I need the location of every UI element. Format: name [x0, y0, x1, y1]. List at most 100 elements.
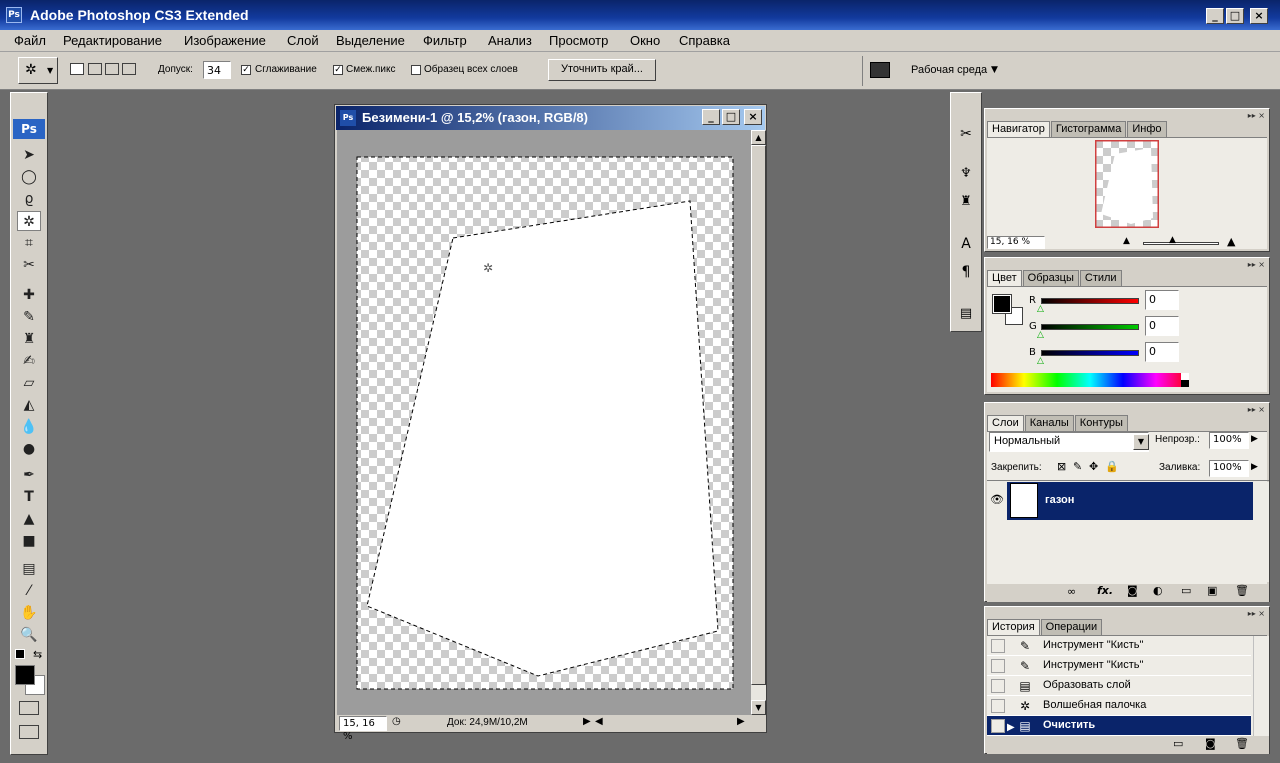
tab-navigator[interactable]: Навигатор: [987, 121, 1050, 137]
scroll-right-icon[interactable]: ▶: [737, 716, 745, 727]
lock-all-icon[interactable]: 🔒: [1105, 460, 1119, 473]
tab-info[interactable]: Инфо: [1127, 121, 1167, 137]
type-tool-icon[interactable]: T: [17, 487, 41, 507]
maximize-button[interactable]: □: [1226, 8, 1244, 24]
workspace-menu[interactable]: Рабочая среда: [911, 64, 987, 76]
history-snapshot-checkbox[interactable]: [991, 699, 1005, 713]
intersect-selection-icon[interactable]: [122, 63, 136, 75]
doc-maximize-button[interactable]: □: [722, 109, 740, 125]
add-selection-icon[interactable]: [88, 63, 102, 75]
foreground-color-swatch[interactable]: [15, 665, 35, 685]
tool-presets-icon[interactable]: ✂: [955, 123, 977, 145]
quick-mask-icon[interactable]: [19, 701, 39, 715]
navigator-zoom-field[interactable]: 15, 16 %: [987, 236, 1045, 249]
scroll-up-icon[interactable]: ▲: [751, 130, 766, 145]
blur-tool-icon[interactable]: 💧: [17, 417, 41, 437]
blend-mode-select[interactable]: Нормальный: [989, 432, 1149, 452]
pen-tool-icon[interactable]: ✒: [17, 465, 41, 485]
brush-tool-icon[interactable]: ✎: [17, 307, 41, 327]
eye-icon[interactable]: 👁: [990, 493, 1004, 506]
clone-source-icon[interactable]: ♜: [955, 191, 977, 213]
lock-transparency-icon[interactable]: ⊠: [1057, 460, 1066, 473]
lock-pixels-icon[interactable]: ✎: [1073, 460, 1082, 473]
tab-channels[interactable]: Каналы: [1024, 415, 1074, 431]
link-layers-icon[interactable]: ∞: [1067, 585, 1076, 598]
panel-collapse-icon[interactable]: ▸▸ ×: [1248, 609, 1265, 618]
new-document-icon[interactable]: ▭: [1173, 737, 1183, 750]
layer-comps-icon[interactable]: ▤: [955, 303, 977, 325]
scroll-thumb[interactable]: [751, 145, 766, 685]
refine-edge-button[interactable]: Уточнить край...: [548, 59, 656, 81]
add-mask-icon[interactable]: ◙: [1127, 584, 1138, 597]
vertical-scrollbar[interactable]: ▲ ▼: [751, 130, 766, 715]
panel-collapse-icon[interactable]: ▸▸ ×: [1248, 111, 1265, 120]
tab-layers[interactable]: Слои: [987, 415, 1024, 431]
paragraph-icon[interactable]: ¶: [955, 261, 977, 283]
menu-view[interactable]: Просмотр: [549, 33, 608, 48]
layer-name[interactable]: газон: [1045, 494, 1074, 506]
trash-icon[interactable]: 🗑: [1235, 737, 1249, 750]
history-item[interactable]: ▤ Образовать слой: [987, 676, 1251, 696]
color-ramp[interactable]: [991, 373, 1189, 387]
layer-row-gazon[interactable]: газон: [1007, 482, 1253, 520]
history-item-selected[interactable]: ▶ ▤ Очистить: [987, 716, 1251, 736]
slice-tool-icon[interactable]: ✂: [17, 255, 41, 275]
new-group-icon[interactable]: ▭: [1181, 584, 1191, 597]
move-tool-icon[interactable]: ➤: [17, 145, 41, 165]
menu-help[interactable]: Справка: [679, 33, 730, 48]
healing-brush-icon[interactable]: ✚: [17, 285, 41, 305]
menu-layer[interactable]: Слой: [287, 33, 319, 48]
chevron-down-icon[interactable]: ▼: [1133, 434, 1149, 450]
tool-preset-picker[interactable]: ✲ ▼: [18, 57, 58, 84]
lasso-tool-icon[interactable]: ϱ: [17, 189, 41, 209]
blue-value-input[interactable]: 0: [1145, 342, 1179, 362]
character-icon[interactable]: A: [955, 233, 977, 255]
new-selection-icon[interactable]: [70, 63, 84, 75]
tab-actions[interactable]: Операции: [1040, 619, 1103, 635]
panel-collapse-icon[interactable]: ▸▸ ×: [1248, 405, 1265, 414]
canvas-area[interactable]: ✲: [337, 130, 751, 715]
tab-history[interactable]: История: [987, 619, 1040, 635]
new-snapshot-icon[interactable]: ◙: [1205, 737, 1216, 750]
zoom-slider[interactable]: [1143, 242, 1219, 245]
doc-minimize-button[interactable]: _: [702, 109, 720, 125]
menu-filter[interactable]: Фильтр: [423, 33, 467, 48]
green-slider-thumb-icon[interactable]: △: [1037, 330, 1044, 340]
tab-styles[interactable]: Стили: [1079, 270, 1122, 286]
menu-window[interactable]: Окно: [630, 33, 660, 48]
tab-color[interactable]: Цвет: [987, 270, 1022, 286]
tab-paths[interactable]: Контуры: [1074, 415, 1128, 431]
navigator-thumbnail[interactable]: [1095, 140, 1159, 228]
red-value-input[interactable]: 0: [1145, 290, 1179, 310]
history-snapshot-checkbox[interactable]: [991, 659, 1005, 673]
trash-icon[interactable]: 🗑: [1235, 584, 1249, 597]
layers-scrollbar[interactable]: [1253, 482, 1269, 582]
foreground-color-swatch[interactable]: [992, 294, 1012, 314]
file-browser-icon[interactable]: [870, 62, 890, 78]
doc-close-button[interactable]: ×: [744, 109, 762, 125]
paint-bucket-icon[interactable]: ◭: [17, 395, 41, 415]
screen-mode-icon[interactable]: [19, 725, 39, 739]
crop-tool-icon[interactable]: ⌗: [17, 233, 41, 253]
zoom-slider-thumb-icon[interactable]: ▲: [1169, 235, 1176, 245]
opacity-arrow-icon[interactable]: ▶: [1251, 434, 1258, 444]
default-colors-icon[interactable]: [15, 649, 25, 659]
new-layer-icon[interactable]: ▣: [1207, 584, 1217, 597]
fx-icon[interactable]: fx.: [1097, 584, 1113, 597]
tolerance-input[interactable]: 34: [203, 61, 231, 79]
canvas[interactable]: ✲: [337, 130, 751, 715]
path-selection-icon[interactable]: ▲: [17, 509, 41, 529]
history-scrollbar[interactable]: [1253, 636, 1269, 736]
swap-colors-icon[interactable]: ⇆: [33, 648, 42, 661]
tab-histogram[interactable]: Гистограмма: [1050, 121, 1127, 137]
history-snapshot-checkbox[interactable]: [991, 679, 1005, 693]
fill-input[interactable]: 100%: [1209, 460, 1249, 477]
opacity-input[interactable]: 100%: [1209, 432, 1249, 449]
antialias-checkbox[interactable]: ✓: [241, 65, 251, 75]
layer-visibility-cell[interactable]: 👁: [987, 482, 1007, 520]
dodge-tool-icon[interactable]: ●: [17, 439, 41, 459]
tab-swatches[interactable]: Образцы: [1022, 270, 1079, 286]
blue-slider[interactable]: [1041, 350, 1139, 356]
ps-logo[interactable]: Ps: [13, 119, 45, 139]
history-snapshot-checkbox[interactable]: [991, 639, 1005, 653]
